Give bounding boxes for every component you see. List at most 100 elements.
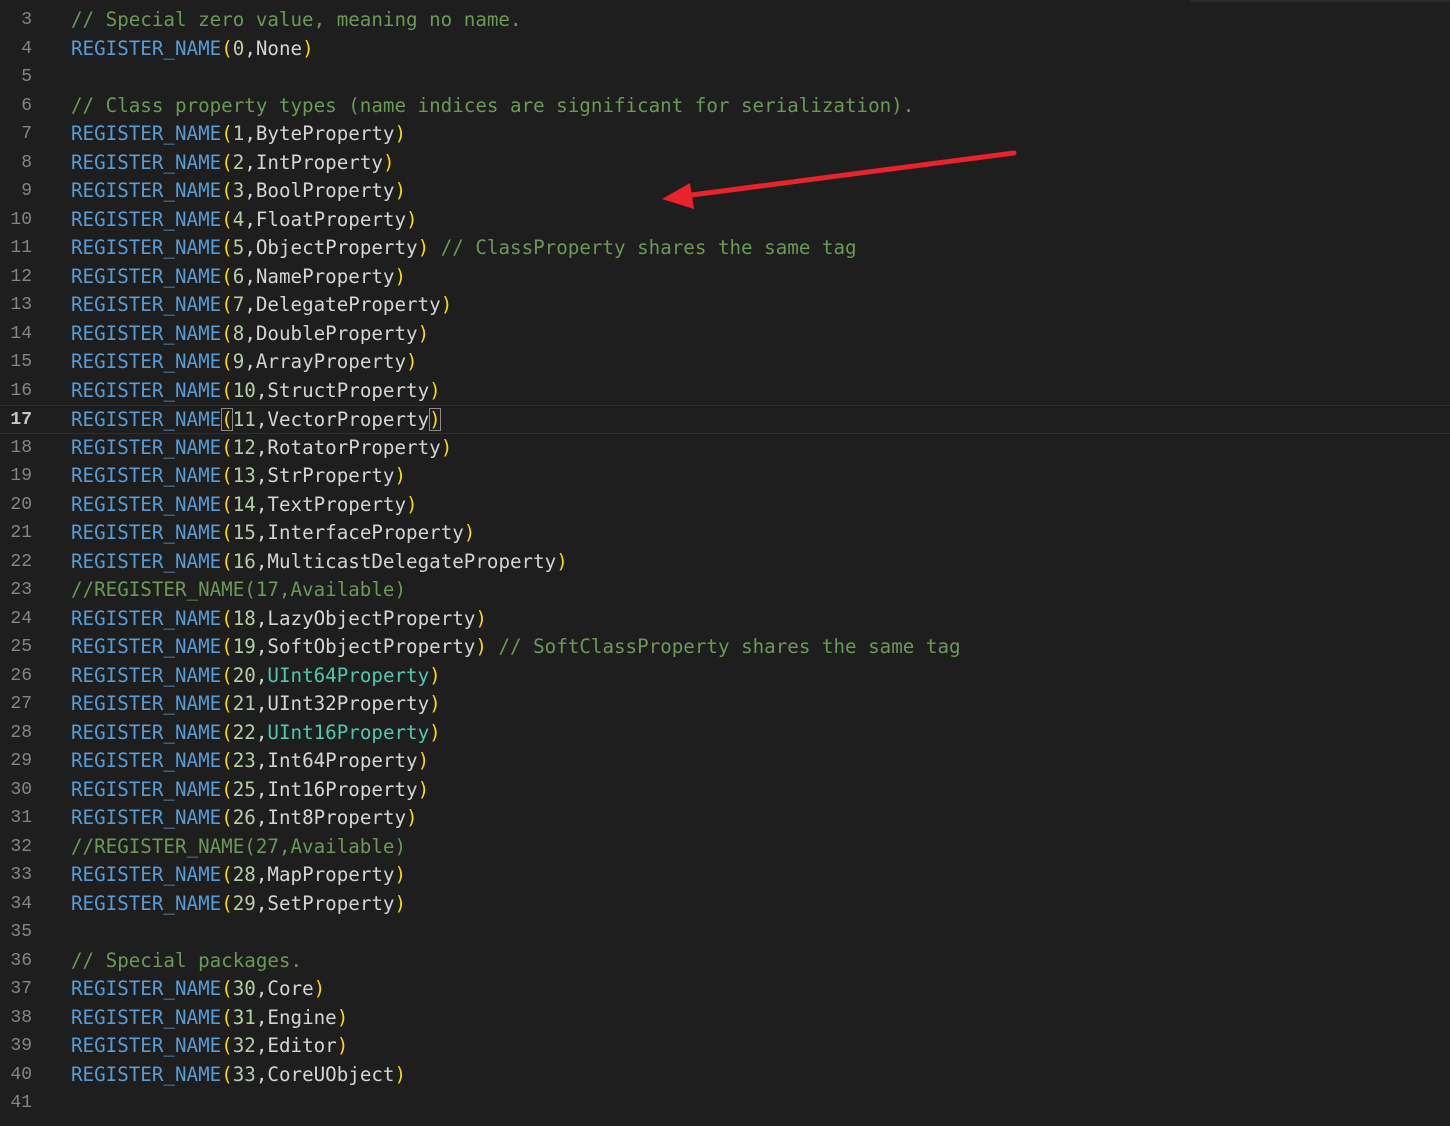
code-token: REGISTER_NAME (71, 777, 222, 801)
line-content[interactable]: REGISTER_NAME(14,TextProperty) (71, 491, 418, 520)
line-content[interactable]: REGISTER_NAME(31,Engine) (71, 1004, 348, 1033)
code-line[interactable]: 26 REGISTER_NAME(20,UInt64Property) (0, 662, 1450, 691)
code-line[interactable]: 16 REGISTER_NAME(10,StructProperty) (0, 377, 1450, 406)
code-line[interactable]: 38 REGISTER_NAME(31,Engine) (0, 1004, 1450, 1033)
line-content[interactable]: REGISTER_NAME(26,Int8Property) (71, 804, 418, 833)
line-content[interactable]: REGISTER_NAME(22,UInt16Property) (71, 719, 441, 748)
line-content[interactable]: // Class property types (name indices ar… (71, 92, 914, 121)
line-content[interactable]: REGISTER_NAME(19,SoftObjectProperty) // … (71, 633, 961, 662)
code-line[interactable]: 15 REGISTER_NAME(9,ArrayProperty) (0, 348, 1450, 377)
code-editor[interactable]: 3 // Special zero value, meaning no name.… (0, 0, 1450, 1126)
code-line[interactable]: 30 REGISTER_NAME(25,Int16Property) (0, 776, 1450, 805)
code-line[interactable]: 34 REGISTER_NAME(29,SetProperty) (0, 890, 1450, 919)
code-line[interactable]: 22 REGISTER_NAME(16,MulticastDelegateProp… (0, 548, 1450, 577)
line-number: 17 (10, 410, 32, 430)
code-line[interactable]: 4 REGISTER_NAME(0,None) (0, 35, 1450, 64)
line-number: 12 (10, 266, 32, 287)
line-content[interactable]: // Special packages. (71, 947, 302, 976)
code-token: 9 (232, 350, 245, 373)
line-content[interactable]: // Special zero value, meaning no name. (71, 6, 522, 35)
line-content[interactable]: REGISTER_NAME(28,MapProperty) (71, 861, 406, 890)
code-token: ( (221, 464, 233, 487)
line-content[interactable]: REGISTER_NAME(13,StrProperty) (71, 462, 406, 491)
code-token: ) (417, 777, 430, 801)
line-content[interactable]: REGISTER_NAME(1,ByteProperty) (71, 120, 406, 149)
code-line[interactable]: 41 (0, 1089, 1450, 1118)
line-content[interactable]: REGISTER_NAME(25,Int16Property) (71, 776, 429, 805)
code-token: ) (394, 122, 407, 145)
code-token: ( (221, 806, 233, 829)
line-content[interactable]: REGISTER_NAME(18,LazyObjectProperty) (71, 605, 487, 634)
code-line[interactable]: 14 REGISTER_NAME(8,DoubleProperty) (0, 320, 1450, 349)
line-content[interactable]: REGISTER_NAME(6,NameProperty) (71, 263, 406, 292)
line-content[interactable]: REGISTER_NAME(21,UInt32Property) (71, 690, 441, 719)
code-token: ,DelegateProperty (244, 293, 441, 316)
code-token: ,StrProperty (255, 464, 395, 487)
code-line[interactable]: 9 REGISTER_NAME(3,BoolProperty) (0, 177, 1450, 206)
line-content[interactable]: REGISTER_NAME(8,DoubleProperty) (71, 320, 429, 349)
code-line[interactable]: 10 REGISTER_NAME(4,FloatProperty) (0, 206, 1450, 235)
code-line[interactable]: 37 REGISTER_NAME(30,Core) (0, 975, 1450, 1004)
code-line[interactable]: 3 // Special zero value, meaning no name. (0, 6, 1450, 35)
code-line[interactable]: 32 //REGISTER_NAME(27,Available) (0, 833, 1450, 862)
code-line[interactable]: 19 REGISTER_NAME(13,StrProperty) (0, 462, 1450, 491)
line-content[interactable]: REGISTER_NAME(5,ObjectProperty) // Class… (71, 234, 857, 263)
code-line[interactable]: 6 // Class property types (name indices a… (0, 92, 1450, 121)
code-lines[interactable]: 3 // Special zero value, meaning no name.… (0, 6, 1450, 1118)
line-content[interactable]: REGISTER_NAME(9,ArrayProperty) (71, 348, 418, 377)
code-line[interactable]: 23 //REGISTER_NAME(17,Available) (0, 576, 1450, 605)
line-content[interactable]: REGISTER_NAME(11,VectorProperty) (71, 406, 441, 435)
line-content[interactable]: //REGISTER_NAME(17,Available) (71, 576, 406, 605)
line-content[interactable]: REGISTER_NAME(4,FloatProperty) (71, 206, 418, 235)
code-token: 19 (232, 635, 256, 658)
code-line[interactable]: 27 REGISTER_NAME(21,UInt32Property) (0, 690, 1450, 719)
code-token: ( (221, 977, 233, 1000)
line-content[interactable]: REGISTER_NAME(29,SetProperty) (71, 890, 406, 919)
line-content[interactable]: REGISTER_NAME(16,MulticastDelegateProper… (71, 548, 568, 577)
code-line[interactable]: 11 REGISTER_NAME(5,ObjectProperty) // Cla… (0, 234, 1450, 263)
line-content[interactable]: REGISTER_NAME(3,BoolProperty) (71, 177, 406, 206)
code-line[interactable]: 7 REGISTER_NAME(1,ByteProperty) (0, 120, 1450, 149)
code-line[interactable]: 39 REGISTER_NAME(32,Editor) (0, 1032, 1450, 1061)
code-token: ( (221, 749, 233, 772)
line-content[interactable]: REGISTER_NAME(2,IntProperty) (71, 149, 395, 178)
code-token: REGISTER_NAME (71, 720, 222, 744)
line-content[interactable]: REGISTER_NAME(32,Editor) (71, 1032, 348, 1061)
line-content[interactable]: REGISTER_NAME(33,CoreUObject) (71, 1061, 406, 1090)
code-line[interactable]: 36 // Special packages. (0, 947, 1450, 976)
code-line[interactable]: 35 (0, 918, 1450, 947)
code-line[interactable]: 20 REGISTER_NAME(14,TextProperty) (0, 491, 1450, 520)
code-line[interactable]: 40 REGISTER_NAME(33,CoreUObject) (0, 1061, 1450, 1090)
code-line[interactable]: 17 REGISTER_NAME(11,VectorProperty) (0, 405, 1450, 434)
line-content[interactable]: REGISTER_NAME(0,None) (71, 35, 314, 64)
code-line[interactable]: 13 REGISTER_NAME(7,DelegateProperty) (0, 291, 1450, 320)
code-token: REGISTER_NAME (71, 663, 222, 687)
line-content[interactable]: //REGISTER_NAME(27,Available) (71, 833, 406, 862)
line-content[interactable]: REGISTER_NAME(12,RotatorProperty) (71, 434, 452, 463)
code-token: ) (394, 891, 407, 915)
code-line[interactable]: 21 REGISTER_NAME(15,InterfaceProperty) (0, 519, 1450, 548)
code-line[interactable]: 25 REGISTER_NAME(19,SoftObjectProperty) /… (0, 633, 1450, 662)
code-token: ,DoubleProperty (244, 321, 418, 345)
line-content[interactable]: REGISTER_NAME(7,DelegateProperty) (71, 291, 452, 320)
code-line[interactable]: 29 REGISTER_NAME(23,Int64Property) (0, 747, 1450, 776)
code-line[interactable]: 33 REGISTER_NAME(28,MapProperty) (0, 861, 1450, 890)
line-content[interactable]: REGISTER_NAME(15,InterfaceProperty) (71, 519, 475, 548)
line-content[interactable]: REGISTER_NAME(30,Core) (71, 975, 325, 1004)
code-line[interactable]: 18 REGISTER_NAME(12,RotatorProperty) (0, 434, 1450, 463)
code-line[interactable]: 28 REGISTER_NAME(22,UInt16Property) (0, 719, 1450, 748)
code-line[interactable]: 24 REGISTER_NAME(18,LazyObjectProperty) (0, 605, 1450, 634)
code-line[interactable]: 5 (0, 63, 1450, 92)
code-line[interactable]: 31 REGISTER_NAME(26,Int8Property) (0, 804, 1450, 833)
code-token: 20 (232, 663, 256, 687)
line-content[interactable]: REGISTER_NAME(20,UInt64Property) (71, 662, 441, 691)
code-token: ,MapProperty (255, 863, 395, 886)
code-token: REGISTER_NAME (71, 293, 222, 316)
code-line[interactable]: 8 REGISTER_NAME(2,IntProperty) (0, 149, 1450, 178)
code-token: ,RotatorProperty (255, 435, 441, 459)
line-number: 39 (10, 1036, 32, 1056)
line-content[interactable]: REGISTER_NAME(23,Int64Property) (71, 747, 429, 776)
code-token: UInt16Property (267, 720, 430, 744)
line-content[interactable]: REGISTER_NAME(10,StructProperty) (71, 377, 441, 406)
code-line[interactable]: 12 REGISTER_NAME(6,NameProperty) (0, 263, 1450, 292)
